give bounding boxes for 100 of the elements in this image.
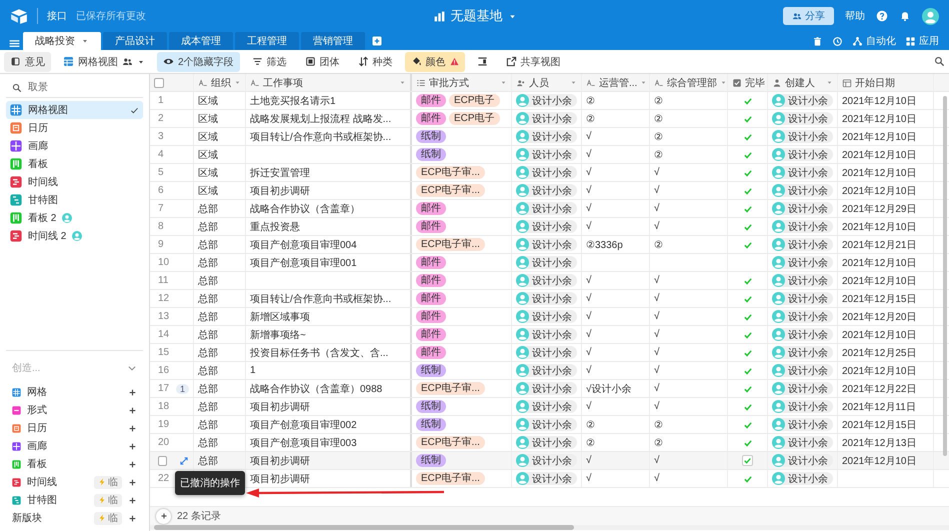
user-chip[interactable]: 设计小余: [516, 256, 577, 269]
user-chip[interactable]: 设计小余: [516, 418, 577, 431]
view-item[interactable]: 时间线 2: [6, 227, 143, 245]
search-field[interactable]: 取景: [28, 82, 118, 93]
create-item[interactable]: 网格: [6, 383, 143, 401]
user-chip[interactable]: 设计小余: [772, 436, 833, 449]
view-button[interactable]: 网格视图: [57, 52, 151, 72]
user-chip[interactable]: 设计小余: [772, 256, 833, 269]
sort-button[interactable]: 种类: [352, 52, 399, 72]
select-all-checkbox[interactable]: [154, 78, 164, 88]
trash-icon[interactable]: [812, 36, 823, 46]
history-icon[interactable]: [832, 36, 843, 46]
view-item[interactable]: 看板 2: [6, 209, 143, 227]
user-chip[interactable]: 设计小余: [772, 418, 833, 431]
color-button[interactable]: 颜色: [404, 52, 465, 72]
user-chip[interactable]: 设计小余: [516, 400, 577, 413]
user-chip[interactable]: 设计小余: [772, 238, 833, 251]
user-chip[interactable]: 设计小余: [516, 454, 577, 467]
add-table-icon[interactable]: [371, 35, 383, 47]
user-chip[interactable]: 设计小余: [772, 454, 833, 467]
done-checkbox[interactable]: [742, 455, 753, 466]
column-header[interactable]: 审批方式: [412, 74, 512, 91]
group-button[interactable]: 团体: [298, 52, 346, 72]
user-chip[interactable]: 设计小余: [516, 310, 577, 323]
user-chip[interactable]: 设计小余: [772, 292, 833, 305]
view-item[interactable]: 日历: [6, 119, 143, 137]
user-chip[interactable]: 设计小余: [516, 472, 577, 485]
create-item[interactable]: 日历: [6, 419, 143, 437]
user-chip[interactable]: 设计小余: [516, 274, 577, 287]
user-chip[interactable]: 设计小余: [772, 346, 833, 359]
user-chip[interactable]: 设计小余: [772, 184, 833, 197]
add-record-button[interactable]: [156, 508, 171, 524]
user-chip[interactable]: 设计小余: [772, 112, 833, 125]
user-chip[interactable]: 设计小余: [772, 400, 833, 413]
user-chip[interactable]: 设计小余: [516, 94, 577, 107]
table-tab[interactable]: 战略投资: [23, 32, 101, 50]
column-header[interactable]: 工作事项: [246, 74, 412, 91]
app-label[interactable]: 接口: [47, 9, 67, 23]
column-header[interactable]: 完毕: [728, 74, 768, 91]
share-button[interactable]: 共享视图: [500, 52, 567, 72]
user-chip[interactable]: 设计小余: [516, 346, 577, 359]
column-header[interactable]: 创建人: [768, 74, 838, 91]
user-chip[interactable]: 设计小余: [772, 94, 833, 107]
user-chip[interactable]: 设计小余: [772, 148, 833, 161]
user-chip[interactable]: 设计小余: [772, 274, 833, 287]
user-chip[interactable]: 设计小余: [516, 112, 577, 125]
view-item[interactable]: 时间线: [6, 173, 143, 191]
user-chip[interactable]: 设计小余: [772, 202, 833, 215]
create-item[interactable]: 新版块 临: [6, 509, 143, 527]
view-item[interactable]: 看板: [6, 155, 143, 173]
expand-icon[interactable]: [179, 456, 189, 466]
feedback-button[interactable]: 意见: [4, 52, 51, 72]
user-chip[interactable]: 设计小余: [516, 220, 577, 233]
filter-button[interactable]: 筛选: [246, 52, 293, 72]
user-chip[interactable]: 设计小余: [516, 292, 577, 305]
column-header[interactable]: 综合管理部: [650, 74, 728, 91]
user-chip[interactable]: 设计小余: [772, 166, 833, 179]
user-chip[interactable]: 设计小余: [516, 148, 577, 161]
table-tab[interactable]: 产品设计: [103, 32, 167, 50]
column-header[interactable]: 运营管...: [582, 74, 650, 91]
user-chip[interactable]: 设计小余: [516, 166, 577, 179]
user-chip[interactable]: 设计小余: [516, 382, 577, 395]
user-chip[interactable]: 设计小余: [772, 382, 833, 395]
hidden-button[interactable]: 2个隐藏字段: [157, 52, 240, 72]
user-chip[interactable]: 设计小余: [516, 364, 577, 377]
automation-button[interactable]: 自动化: [852, 34, 896, 48]
help-link[interactable]: 帮助: [845, 9, 865, 23]
user-chip[interactable]: 设计小余: [516, 436, 577, 449]
comment-count[interactable]: 1: [176, 384, 189, 394]
logo-icon[interactable]: [10, 7, 28, 25]
avatar-icon[interactable]: [922, 8, 939, 24]
vertical-scrollbar[interactable]: [943, 96, 947, 456]
create-item[interactable]: 形式: [6, 401, 143, 419]
user-chip[interactable]: 设计小余: [516, 184, 577, 197]
create-item[interactable]: 时间线 临: [6, 473, 143, 491]
column-header[interactable]: 开始日期: [838, 74, 934, 91]
view-item[interactable]: 网格视图: [6, 101, 143, 119]
create-item[interactable]: 看板: [6, 455, 143, 473]
table-tab[interactable]: 工程管理: [235, 32, 299, 50]
column-header[interactable]: 人员: [512, 74, 582, 91]
user-chip[interactable]: 设计小余: [772, 364, 833, 377]
create-item[interactable]: 甘特图 临: [6, 491, 143, 509]
apps-button[interactable]: 应用: [905, 34, 939, 48]
share-button[interactable]: 分享: [783, 7, 834, 25]
user-chip[interactable]: 设计小余: [516, 130, 577, 143]
user-chip[interactable]: 设计小余: [516, 328, 577, 341]
horizontal-scrollbar[interactable]: [154, 525, 574, 530]
view-item[interactable]: 甘特图: [6, 191, 143, 209]
user-chip[interactable]: 设计小余: [516, 238, 577, 251]
bell-icon[interactable]: [899, 10, 911, 22]
user-chip[interactable]: 设计小余: [772, 310, 833, 323]
user-chip[interactable]: 设计小余: [772, 472, 833, 485]
search-icon[interactable]: [934, 56, 945, 67]
view-item[interactable]: 画廊: [6, 137, 143, 155]
user-chip[interactable]: 设计小余: [772, 328, 833, 341]
row-checkbox[interactable]: [158, 456, 168, 466]
column-header[interactable]: 组织: [194, 74, 246, 91]
user-chip[interactable]: 设计小余: [516, 202, 577, 215]
create-item[interactable]: 画廊: [6, 437, 143, 455]
table-tab[interactable]: 成本管理: [169, 32, 233, 50]
